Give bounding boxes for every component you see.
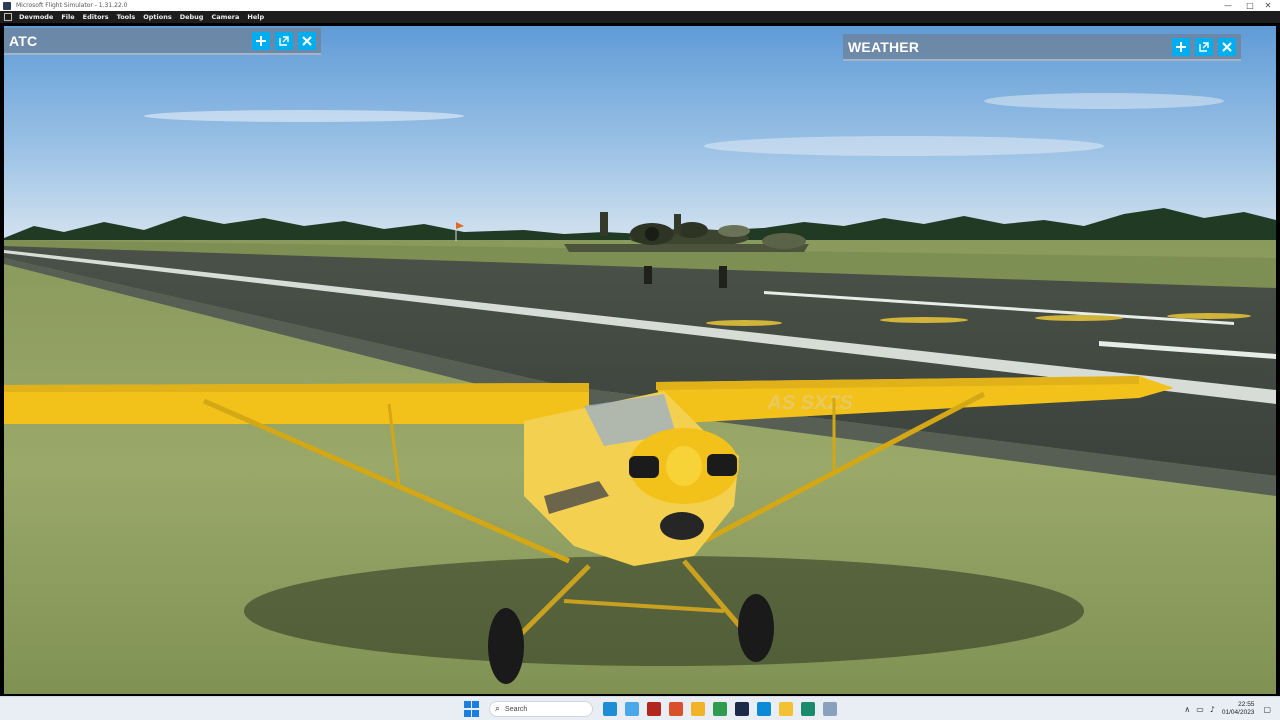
left-wheel [488,608,524,684]
close-button[interactable]: ✕ [1256,0,1280,11]
app-icon [3,1,11,10]
menu-devmode[interactable]: Devmode [15,13,57,21]
atc-panel-title: ATC [9,32,38,49]
taskbar-search[interactable]: ⌕ Search [489,701,593,717]
clock[interactable]: 22:55 01/04/2023 [1222,701,1255,717]
atc-add-button[interactable] [252,31,270,50]
taskbar-apps: ⌕ Search [464,699,841,719]
settings-icon[interactable] [823,702,837,716]
external-window-icon [279,35,289,46]
search-label: Search [505,705,528,713]
dev-menu-bar: Devmode File Editors Tools Options Debug… [0,11,1280,23]
menu-editors[interactable]: Editors [79,13,113,21]
notification-icon[interactable]: ▢ [1263,705,1271,714]
atc-panel[interactable]: ATC [4,28,321,55]
terminal-icon[interactable] [735,702,749,716]
wing-registration: AS SXZS [766,392,855,414]
folder-icon[interactable] [779,702,793,716]
atc-undock-button[interactable] [275,31,293,50]
clock-date: 01/04/2023 [1221,709,1255,716]
close-icon [302,35,312,46]
plane-shadow [244,556,1084,666]
scene: AS SXZS [4,26,1276,694]
menu-tools[interactable]: Tools [113,13,140,21]
external-window-icon [1199,41,1209,52]
menu-camera[interactable]: Camera [207,13,243,21]
plus-icon [256,35,266,46]
atc-close-button[interactable] [298,31,316,50]
window-title-bar: Microsoft Flight Simulator - 1.31.22.0 —… [0,0,1280,11]
volume-icon[interactable]: ♪ [1210,705,1215,714]
weather-panel-title: WEATHER [848,38,920,55]
flight-sim-app-icon[interactable] [647,702,661,716]
minimize-button[interactable]: — [1216,0,1240,11]
menu-options[interactable]: Options [139,13,175,21]
file-manager-icon[interactable] [691,702,705,716]
weather-panel[interactable]: WEATHER [843,34,1241,61]
clock-time: 22:55 [1238,701,1255,708]
sim-viewport[interactable]: AS SXZS [4,26,1276,694]
window-title: Microsoft Flight Simulator - 1.31.22.0 [16,2,128,9]
right-wheel [738,594,774,662]
app-icon[interactable] [801,702,815,716]
tray-overflow-icon[interactable]: ∧ [1184,705,1190,714]
edge-icon[interactable] [757,702,771,716]
office-icon[interactable] [669,702,683,716]
taskbar: ⌕ Search ∧ ▭ ♪ 22:55 01/04/2023 ▢ [0,696,1280,720]
weather-undock-button[interactable] [1195,37,1213,56]
weather-add-button[interactable] [1172,37,1190,56]
plus-icon [1176,41,1186,52]
menu-help[interactable]: Help [243,13,268,21]
devmode-icon [4,13,12,21]
edge-browser-icon[interactable] [603,702,617,716]
menu-debug[interactable]: Debug [176,13,208,21]
network-icon[interactable]: ▭ [1196,705,1204,714]
system-tray: ∧ ▭ ♪ 22:55 01/04/2023 ▢ [1181,699,1274,719]
gallery-icon[interactable] [713,702,727,716]
windows-logo-icon [464,701,471,708]
menu-file[interactable]: File [57,13,78,21]
photos-icon[interactable] [625,702,639,716]
search-icon: ⌕ [495,704,501,714]
weather-close-button[interactable] [1218,37,1236,56]
close-icon [1222,41,1232,52]
start-button[interactable] [464,701,480,717]
